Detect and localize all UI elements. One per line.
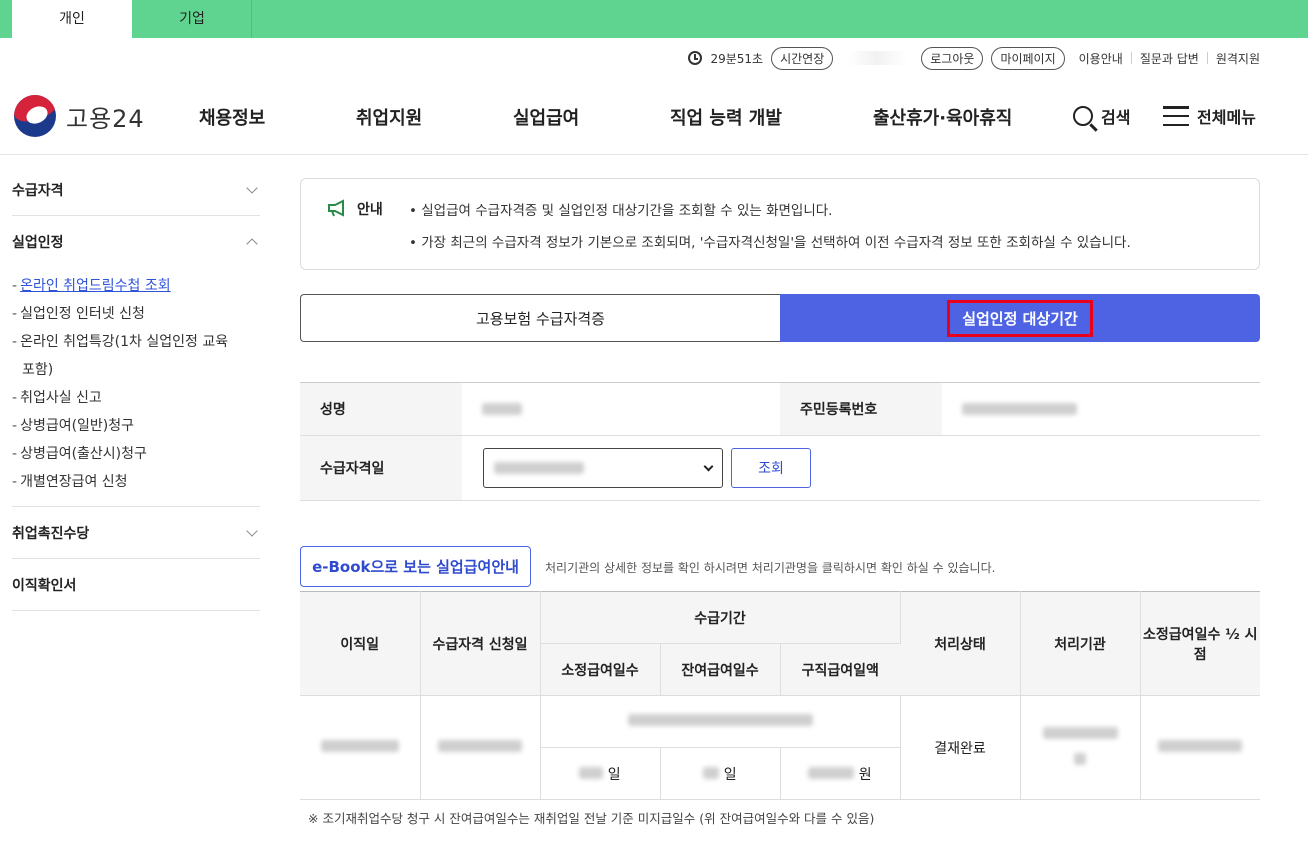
notice-box: 안내 • 실업급여 수급자격증 및 실업인정 대상기간을 조회할 수 있는 화면… [300,178,1260,270]
all-menu-label: 전체메뉴 [1197,108,1256,127]
cell-status: 결재완료 [900,695,1021,800]
qna-link[interactable]: 질문과 답변 [1140,50,1199,67]
col-half-point: 소정급여일수 ½ 시점 [1140,591,1260,696]
cell-period-range [540,695,901,748]
notice-line: • 실업급여 수급자격증 및 실업인정 대상기간을 조회할 수 있는 화면입니다… [409,203,833,219]
all-menu-button[interactable]: 전체메뉴 [1163,104,1256,128]
tab-eligibility-certificate[interactable]: 고용보험 수급자격증 [300,294,780,342]
col-daily-amount: 구직급여일액 [780,643,900,696]
applicant-info: 성명 주민등록번호 수급자격일 조회 [300,382,1260,501]
sidebar-subitem-extension[interactable]: - 개별연장급여 신청 [12,468,260,496]
sidebar-group-certification[interactable]: 실업인정 [12,216,260,268]
cell-agency-link[interactable] [1020,695,1141,800]
col-separation-date: 이직일 [300,591,421,696]
cell-separation-date [300,695,421,800]
header-divider [0,154,1308,155]
gnb-item-employment-support[interactable]: 취업지원 [356,104,422,129]
divider [1130,52,1132,64]
sidebar-group-label: 수급자격 [12,182,64,199]
footnote: ※ 조기재취업수당 청구 시 잔여급여일수는 재취업일 전날 기준 미지급일수 … [308,811,875,826]
sidebar-submenu: - 온라인 취업드림수첩 조회 - 실업인정 인터넷 신청 - 온라인 취업특강(1차… [12,268,260,507]
sidebar-group-promotion[interactable]: 취업촉진수당 [12,507,260,559]
guide-link[interactable]: 이용안내 [1079,50,1123,67]
cell-daily-amount: 원 [780,747,901,800]
sidebar-group-separation[interactable]: 이직확인서 [12,559,260,611]
result-table: 이직일 수급자격 신청일 수급기간 처리상태 처리기관 소정급여일수 ½ 시점 … [300,591,1260,800]
col-remaining-days: 잔여급여일수 [660,643,781,696]
cell-remaining-days: 일 [660,747,781,800]
remote-support-link[interactable]: 원격지원 [1216,50,1260,67]
top-tab-bar: 개인 기업 [0,0,1308,38]
sidebar-subitem-sickness-general[interactable]: - 상병급여(일반)청구 [12,412,260,440]
chevron-down-icon [246,181,258,194]
sidebar-subitem-online-apply[interactable]: - 실업인정 인터넷 신청 [12,300,260,328]
user-name [847,51,908,65]
col-agency: 처리기관 [1020,591,1141,696]
search-button[interactable]: 검색 [1073,104,1130,128]
logo-text: 고용24 [66,104,145,133]
sidebar: 수급자격 실업인정 - 온라인 취업드림수첩 조회 - 실업인정 인터넷 신청 -온… [12,164,260,611]
eligibility-date-select[interactable] [483,448,723,488]
extend-session-button[interactable]: 시간연장 [771,46,834,70]
cell-half-point [1140,695,1260,800]
col-benefit-period: 수급기간 [540,591,901,644]
sidebar-group-label: 취업촉진수당 [12,525,90,542]
hamburger-icon [1163,106,1189,126]
gnb-item-parental-leave[interactable]: 출산휴가·육아휴직 [873,104,1012,129]
divider [1206,52,1208,64]
name-value [462,383,780,435]
search-label: 검색 [1101,108,1131,127]
ebook-button[interactable]: e-Book으로 보는 실업급여안내 [300,546,531,587]
utility-bar: 29분51초 시간연장 로그아웃 마이페이지 이용안내 질문과 답변 원격지원 [688,46,1260,70]
chevron-up-icon [246,238,258,250]
tab-personal[interactable]: 개인 [12,0,132,38]
name-label: 성명 [300,383,462,435]
rrn-label: 주민등록번호 [780,383,942,435]
col-status: 처리상태 [900,591,1021,696]
sidebar-subitem-sickness-birth[interactable]: - 상병급여(출산시)청구 [12,440,260,468]
logout-button[interactable]: 로그아웃 [921,46,984,70]
chevron-down-icon [703,461,714,471]
col-apply-date: 수급자격 신청일 [420,591,541,696]
search-icon [1073,106,1093,126]
gnb-item-jobs[interactable]: 채용정보 [199,104,265,129]
tab-business[interactable]: 기업 [132,0,252,38]
cell-prescribed-days: 일 [540,747,661,800]
mypage-button[interactable]: 마이페이지 [991,46,1065,70]
gnb-item-skills[interactable]: 직업 능력 개발 [670,104,782,129]
chevron-down-icon [246,524,258,537]
notice-line: • 가장 최근의 수급자격 정보가 기본으로 조회되며, '수급자격신청일'을 … [409,235,1131,251]
sidebar-group-label: 이직확인서 [12,577,77,594]
sidebar-group-eligibility[interactable]: 수급자격 [12,164,260,216]
rrn-value [942,383,1077,435]
sidebar-subitem-dream-book[interactable]: - 온라인 취업드림수첩 조회 [12,272,260,300]
taegeuk-logo-icon [14,95,56,137]
megaphone-icon [328,199,344,217]
sidebar-group-label: 실업인정 [12,235,64,251]
cell-apply-date [420,695,541,800]
gnb-item-unemployment-benefit[interactable]: 실업급여 [513,104,579,129]
query-button[interactable]: 조회 [731,448,811,488]
session-timer: 29분51초 [710,51,764,66]
site-logo[interactable]: 고용24 [14,95,145,137]
ebook-note: 처리기관의 상세한 정보를 확인 하시려면 처리기관명을 클릭하시면 확인 하실… [545,561,996,575]
date-label: 수급자격일 [300,436,462,500]
clock-icon [688,51,703,65]
tab-certification-period[interactable]: 실업인정 대상기간 [780,294,1260,342]
col-prescribed-days: 소정급여일수 [540,643,661,696]
sidebar-subitem-employment-report[interactable]: - 취업사실 신고 [12,384,260,412]
sidebar-subitem-online-lecture[interactable]: - 온라인 취업특강(1차 실업인정 교육 포함) [12,328,260,384]
content-tabs: 고용보험 수급자격증 실업인정 대상기간 [300,294,1260,342]
notice-title: 안내 [357,202,383,218]
